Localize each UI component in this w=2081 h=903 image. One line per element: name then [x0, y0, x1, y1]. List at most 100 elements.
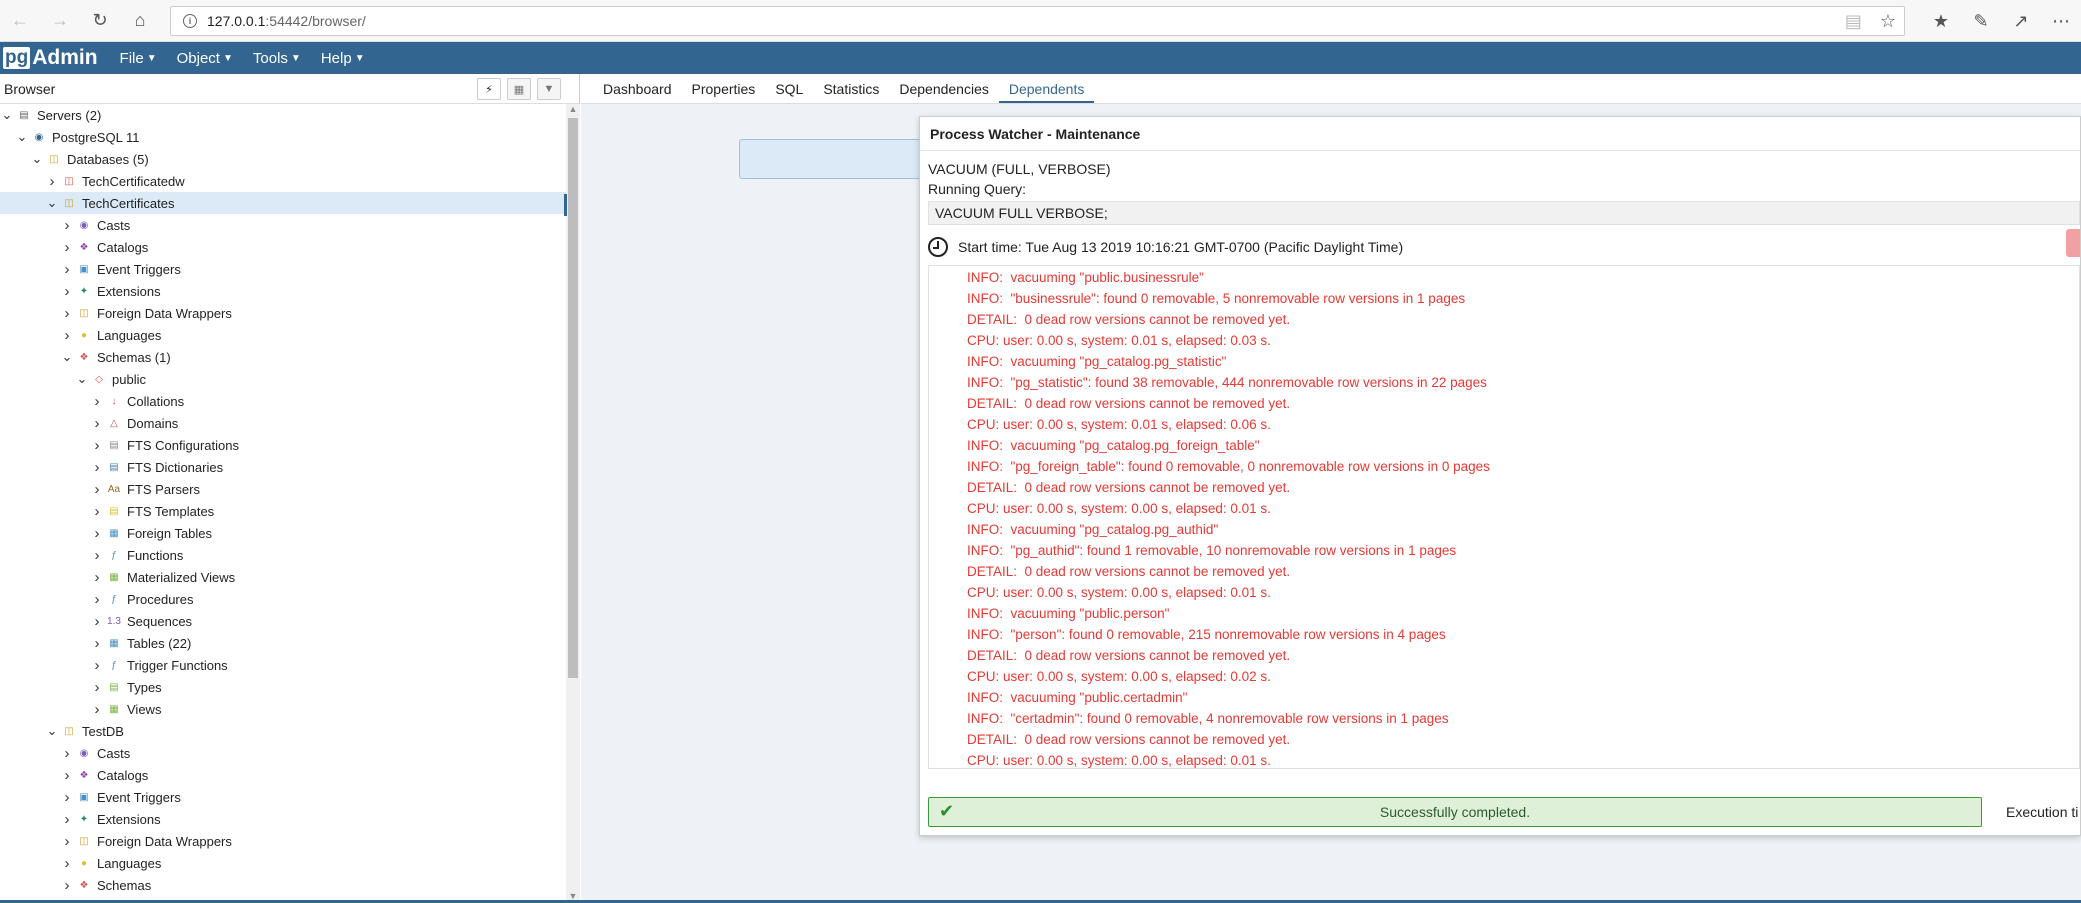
more-icon[interactable]: ⋯ — [2041, 0, 2081, 42]
reading-view-icon[interactable]: ▤ — [1845, 11, 1862, 32]
process-log[interactable]: INFO: vacuuming "public.businessrule" INF… — [928, 265, 2080, 769]
tree-node[interactable]: › ◉ Casts — [0, 214, 566, 236]
chevron-right-icon[interactable]: › — [60, 877, 74, 894]
pen-icon[interactable]: ✎ — [1961, 0, 2001, 42]
forward-icon[interactable]: → — [40, 0, 80, 42]
chevron-right-icon[interactable]: › — [60, 283, 74, 300]
tree-node[interactable]: › ▣ Event Triggers — [0, 786, 566, 808]
tree-node[interactable]: › ✦ Extensions — [0, 280, 566, 302]
tree-node[interactable]: ⌄ ◉ PostgreSQL 11 — [0, 126, 566, 148]
tab-statistics[interactable]: Statistics — [813, 81, 889, 103]
chevron-right-icon[interactable]: › — [90, 657, 104, 674]
tab-dependencies[interactable]: Dependencies — [889, 81, 999, 103]
tree-node[interactable]: › △ Domains — [0, 412, 566, 434]
tab-dashboard[interactable]: Dashboard — [593, 81, 682, 103]
home-icon[interactable]: ⌂ — [120, 0, 160, 42]
tree-node[interactable]: › ❖ Catalogs — [0, 236, 566, 258]
tab-properties[interactable]: Properties — [682, 81, 766, 103]
tree-node[interactable]: › ◫ TechCertificatedw — [0, 170, 566, 192]
tree-node[interactable]: ⌄ ❖ Schemas (1) — [0, 346, 566, 368]
tree-node[interactable]: › ƒ Trigger Functions — [0, 654, 566, 676]
chevron-right-icon[interactable]: › — [90, 701, 104, 718]
chevron-right-icon[interactable]: › — [90, 613, 104, 630]
chevron-right-icon[interactable]: › — [60, 833, 74, 850]
tree-node[interactable]: ⌄ ▤ Servers (2) — [0, 104, 566, 126]
scroll-up-icon[interactable]: ▲ — [566, 104, 580, 116]
tree-node[interactable]: › ✦ Extensions — [0, 808, 566, 830]
chevron-right-icon[interactable]: › — [90, 569, 104, 586]
menu-help[interactable]: Help ▼ — [321, 50, 365, 67]
chevron-right-icon[interactable]: › — [90, 459, 104, 476]
tree-node[interactable]: ⌄ ◫ TechCertificates — [0, 192, 566, 214]
back-icon[interactable]: ← — [0, 0, 40, 42]
chevron-right-icon[interactable]: › — [90, 591, 104, 608]
chevron-right-icon[interactable]: › — [60, 767, 74, 784]
chevron-down-icon[interactable]: ⌄ — [30, 151, 44, 167]
address-url[interactable]: 127.0.0.1:54442/browser/ — [207, 13, 366, 29]
tree-scrollbar[interactable]: ▲ ▼ — [566, 104, 580, 903]
tree-node[interactable]: ⌄ ◇ public — [0, 368, 566, 390]
tree-node[interactable]: › ▦ Materialized Views — [0, 566, 566, 588]
chevron-right-icon[interactable]: › — [90, 415, 104, 432]
tree-node[interactable]: › Aa FTS Parsers — [0, 478, 566, 500]
chevron-right-icon[interactable]: › — [90, 503, 104, 520]
tree-node[interactable]: › ◫ Foreign Data Wrappers — [0, 302, 566, 324]
tab-sql[interactable]: SQL — [765, 81, 813, 103]
tree-node[interactable]: › ▦ Views — [0, 698, 566, 720]
chevron-right-icon[interactable]: › — [60, 239, 74, 256]
favorites-list-icon[interactable]: ★ — [1921, 0, 1961, 42]
chevron-right-icon[interactable]: › — [60, 217, 74, 234]
tree-node[interactable]: › ƒ Functions — [0, 544, 566, 566]
chevron-right-icon[interactable]: › — [60, 327, 74, 344]
menu-tools[interactable]: Tools ▼ — [253, 50, 301, 67]
chevron-right-icon[interactable]: › — [60, 305, 74, 322]
chevron-right-icon[interactable]: › — [90, 679, 104, 696]
scrollbar-thumb[interactable] — [568, 118, 578, 678]
tree-node[interactable]: › ◫ Foreign Data Wrappers — [0, 830, 566, 852]
tree-node[interactable]: › ƒ Procedures — [0, 588, 566, 610]
chevron-right-icon[interactable]: › — [90, 481, 104, 498]
chevron-right-icon[interactable]: › — [90, 525, 104, 542]
tree-node[interactable]: › ▤ FTS Templates — [0, 500, 566, 522]
chevron-down-icon[interactable]: ⌄ — [75, 371, 89, 387]
stop-process-button[interactable] — [2066, 229, 2080, 257]
chevron-right-icon[interactable]: › — [45, 173, 59, 190]
tree-node[interactable]: ⌄ ◫ TestDB — [0, 720, 566, 742]
menu-object[interactable]: Object ▼ — [177, 50, 233, 67]
view-data-icon[interactable]: ▦ — [507, 78, 531, 100]
tree-node[interactable]: › ❖ Catalogs — [0, 764, 566, 786]
refresh-icon[interactable]: ↻ — [80, 0, 120, 42]
tab-dependents[interactable]: Dependents — [998, 81, 1095, 103]
tree-node[interactable]: › ● Languages — [0, 852, 566, 874]
chevron-down-icon[interactable]: ⌄ — [15, 129, 29, 145]
chevron-right-icon[interactable]: › — [60, 855, 74, 872]
tree-node[interactable]: › ▤ FTS Configurations — [0, 434, 566, 456]
chevron-right-icon[interactable]: › — [60, 811, 74, 828]
chevron-right-icon[interactable]: › — [60, 745, 74, 762]
chevron-right-icon[interactable]: › — [90, 437, 104, 454]
favorite-star-icon[interactable]: ☆ — [1880, 11, 1896, 32]
chevron-down-icon[interactable]: ⌄ — [60, 349, 74, 365]
address-bar[interactable]: i 127.0.0.1:54442/browser/ ▤ ☆ — [170, 6, 1905, 36]
share-icon[interactable]: ↗ — [2001, 0, 2041, 42]
tree-node[interactable]: › 1.3 Sequences — [0, 610, 566, 632]
tree-node[interactable]: ⌄ ◫ Databases (5) — [0, 148, 566, 170]
chevron-right-icon[interactable]: › — [60, 789, 74, 806]
tree-node[interactable]: › ▦ Foreign Tables — [0, 522, 566, 544]
tree-node[interactable]: › ▦ Tables (22) — [0, 632, 566, 654]
chevron-down-icon[interactable]: ⌄ — [0, 107, 14, 123]
chevron-down-icon[interactable]: ⌄ — [45, 723, 59, 739]
query-tool-icon[interactable]: ⚡ — [477, 78, 501, 100]
tree-node[interactable]: › ↓ Collations — [0, 390, 566, 412]
menu-file[interactable]: File ▼ — [120, 50, 157, 67]
tree-node[interactable]: › ● Languages — [0, 324, 566, 346]
chevron-right-icon[interactable]: › — [90, 547, 104, 564]
dialog-title[interactable]: Process Watcher - Maintenance — [920, 117, 2080, 151]
filter-icon[interactable]: ▼ — [537, 78, 561, 100]
tree-node[interactable]: › ▤ Types — [0, 676, 566, 698]
chevron-right-icon[interactable]: › — [90, 393, 104, 410]
chevron-right-icon[interactable]: › — [90, 635, 104, 652]
site-info-icon[interactable]: i — [183, 14, 197, 28]
tree-node[interactable]: › ◉ Casts — [0, 742, 566, 764]
tree-node[interactable]: › ❖ Schemas — [0, 874, 566, 896]
